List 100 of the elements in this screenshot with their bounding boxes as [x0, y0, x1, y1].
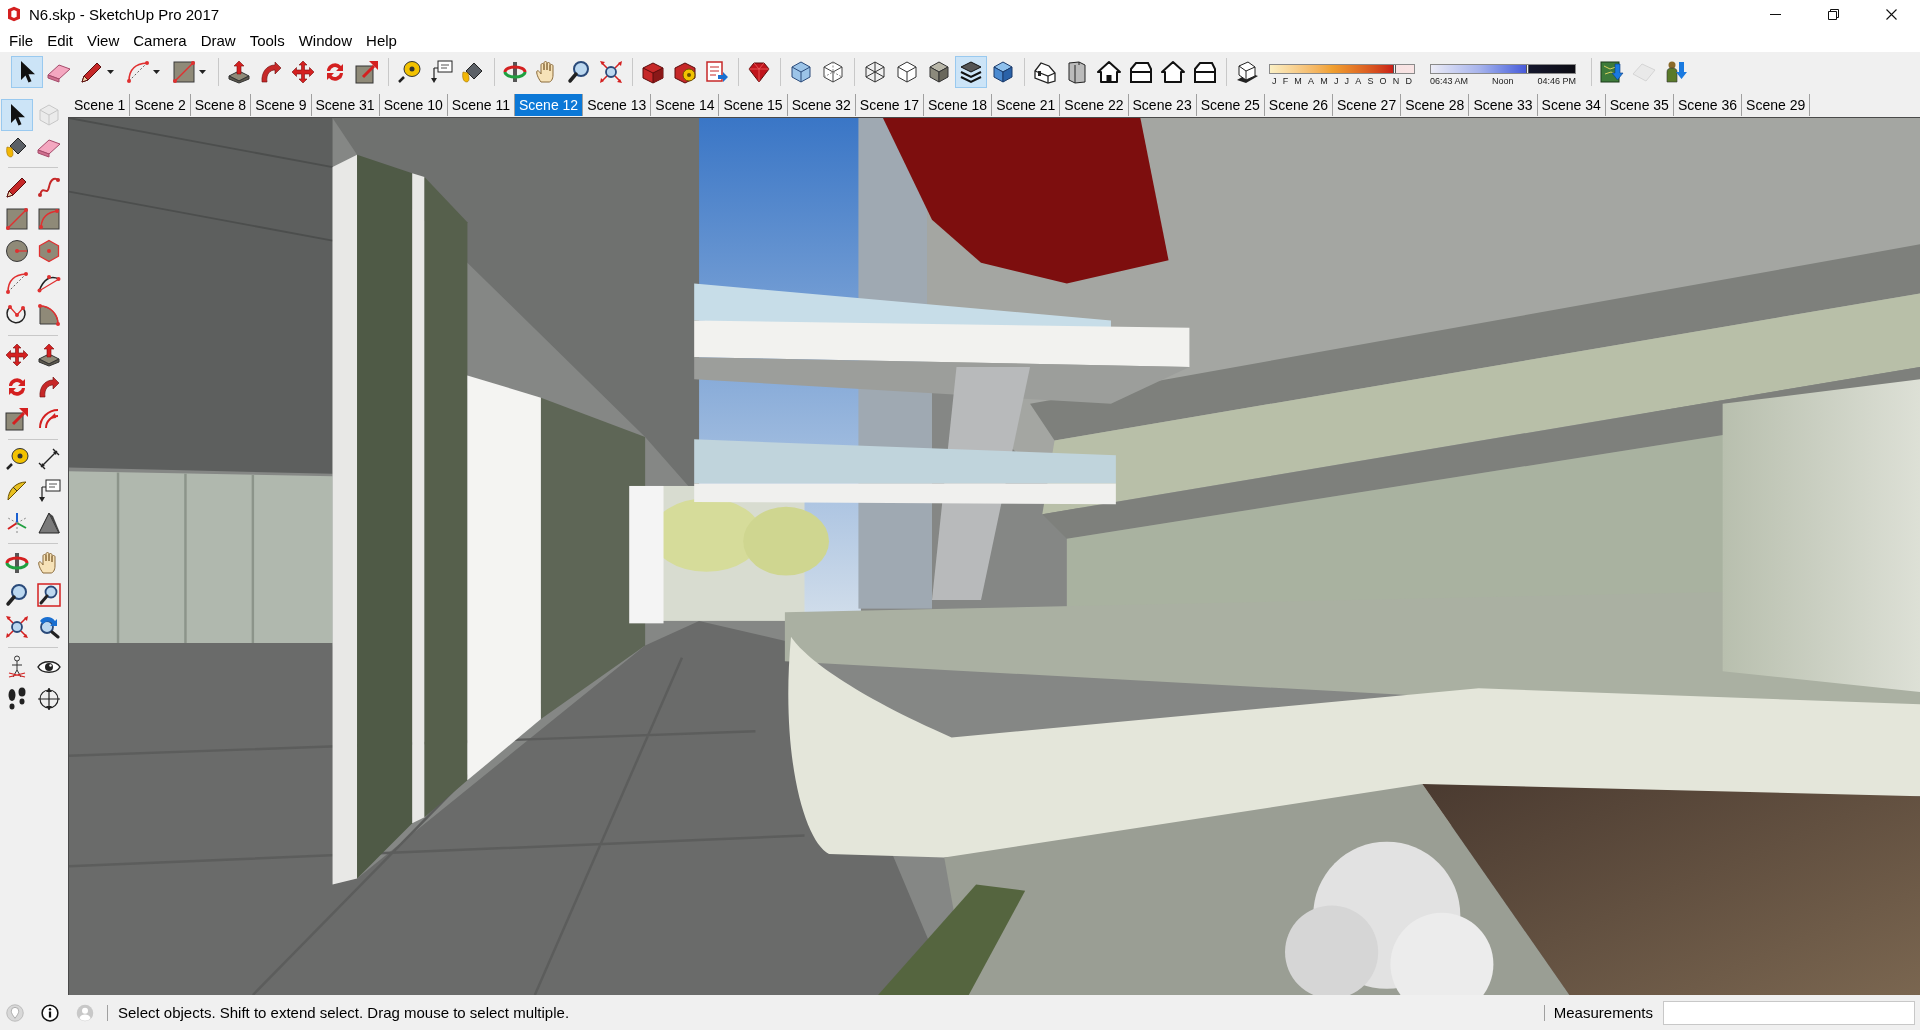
shaded-cube-icon: [927, 60, 951, 84]
scene-tab[interactable]: Scene 27: [1333, 93, 1402, 116]
scene-tab[interactable]: Scene 25: [1196, 93, 1265, 116]
menu-item[interactable]: File: [2, 29, 41, 51]
slider-thumb[interactable]: [1392, 65, 1396, 73]
rectangle-icon: [172, 60, 196, 84]
scene-tab[interactable]: Scene 34: [1537, 93, 1606, 116]
protractor-icon: [5, 479, 29, 503]
scene-tab[interactable]: Scene 1: [70, 93, 131, 116]
scene-tab[interactable]: Scene 8: [190, 93, 252, 116]
menu-item[interactable]: Help: [359, 29, 404, 51]
menu-item[interactable]: Window: [291, 29, 360, 51]
scene-tab[interactable]: Scene 17: [855, 93, 924, 116]
cube-shadow-icon: [1235, 60, 1259, 84]
pencil-icon: [80, 60, 104, 84]
scene-tab[interactable]: Scene 13: [583, 93, 652, 116]
scene-tab[interactable]: Scene 2: [130, 93, 191, 116]
house-outline-icon: [1161, 60, 1185, 84]
scene-tab[interactable]: Scene 35: [1605, 93, 1674, 116]
dashed-cube-icon: [821, 60, 845, 84]
house-icon: [1033, 60, 1057, 84]
magnifier-back-arrow-icon: [37, 615, 61, 639]
scene-tab[interactable]: Scene 21: [992, 93, 1061, 116]
minimize-icon: [1769, 13, 1781, 15]
paint-bucket-icon: [461, 60, 485, 84]
scene-tab[interactable]: Scene 32: [787, 93, 856, 116]
box-corner-arrow-icon: [5, 407, 29, 431]
scene-tab[interactable]: Scene 36: [1673, 93, 1743, 116]
house-side-icon: [1193, 60, 1217, 84]
menu-item[interactable]: Camera: [126, 29, 194, 51]
layer-stack-icon: [959, 60, 983, 84]
house-front-icon: [1097, 60, 1121, 84]
measurements-field[interactable]: [1663, 1000, 1915, 1025]
menu-item[interactable]: Edit: [40, 29, 81, 51]
slider-thumb[interactable]: [1526, 65, 1530, 73]
scene-tab[interactable]: Scene 14: [651, 93, 720, 116]
scene-tab[interactable]: Scene 23: [1128, 93, 1197, 116]
scene-tab[interactable]: Scene 18: [924, 93, 993, 116]
scene-tab[interactable]: Scene 22: [1060, 93, 1129, 116]
tape-measure-icon: [5, 447, 29, 471]
leader-label-icon: [429, 60, 453, 84]
box-corner-arrow-icon: [355, 60, 379, 84]
pie-icon: [37, 303, 61, 327]
month-label: M: [1320, 77, 1328, 86]
menu-item[interactable]: View: [80, 29, 127, 51]
app-logo-icon: [6, 6, 22, 22]
menu-item[interactable]: Draw: [193, 29, 243, 51]
month-label: A: [1355, 77, 1362, 86]
circle-icon: [5, 239, 29, 263]
scene-tab[interactable]: Scene 29: [1742, 93, 1811, 116]
map-arrow-icon: [1600, 60, 1624, 84]
solid-cube-icon: [991, 60, 1015, 84]
month-label: A: [1308, 77, 1315, 86]
select-tool-button[interactable]: [11, 56, 43, 88]
move-arrows-icon: [291, 60, 315, 84]
month-label: J: [1344, 77, 1350, 86]
scene-tab[interactable]: Scene 9: [251, 93, 312, 116]
axes-icon: [5, 511, 29, 535]
offset-arcs-icon: [37, 407, 61, 431]
rectangle-icon: [5, 207, 29, 231]
pencil-icon: [5, 175, 29, 199]
month-label: J: [1333, 77, 1339, 86]
wire-cube-icon: [863, 60, 887, 84]
scene-tab[interactable]: Scene 12: [514, 93, 584, 116]
curved-arrow-icon: [37, 375, 61, 399]
outline-cube-icon: [895, 60, 919, 84]
month-slider[interactable]: [1269, 64, 1415, 74]
scene-tab[interactable]: Scene 26: [1264, 93, 1334, 116]
scene-tab[interactable]: Scene 31: [311, 93, 380, 116]
scene-tab[interactable]: Scene 28: [1401, 93, 1470, 116]
magnifier-icon: [5, 583, 29, 607]
textured-style-button[interactable]: [955, 56, 987, 88]
scene-tab[interactable]: Scene 11: [447, 93, 515, 116]
scene-tab[interactable]: Scene 15: [719, 93, 788, 116]
restore-icon: [1827, 8, 1839, 20]
section-plane-icon: [37, 687, 61, 711]
magnifier-square-icon: [37, 583, 61, 607]
arc-icon: [5, 271, 29, 295]
dimension-icon: [37, 447, 61, 471]
time-label: Noon: [1492, 77, 1514, 86]
freehand-curve-icon: [37, 175, 61, 199]
scene-tab[interactable]: Scene 10: [379, 93, 448, 116]
magnifier-arrows-icon: [5, 615, 29, 639]
status-message: Select objects. Shift to extend select. Drag mouse to select multiple.: [118, 1005, 570, 1020]
time-label: 06:43 AM: [1430, 77, 1469, 86]
close-icon: [1885, 8, 1897, 20]
menu-item[interactable]: Tools: [242, 29, 292, 51]
move-arrows-icon: [5, 343, 29, 367]
house-side-icon: [1129, 60, 1153, 84]
select-tool-button[interactable]: [1, 99, 33, 131]
month-label: F: [1282, 77, 1289, 86]
slab-up-arrow-icon: [37, 343, 61, 367]
scene-tab[interactable]: Scene 33: [1469, 93, 1538, 116]
wire-box-icon: [37, 103, 61, 127]
tape-measure-icon: [397, 60, 421, 84]
info-icon[interactable]: [41, 1003, 59, 1022]
time-slider[interactable]: [1430, 64, 1576, 74]
orbit-icon: [5, 551, 29, 575]
magnifier-arrows-icon: [599, 60, 623, 84]
month-label: O: [1379, 77, 1387, 86]
